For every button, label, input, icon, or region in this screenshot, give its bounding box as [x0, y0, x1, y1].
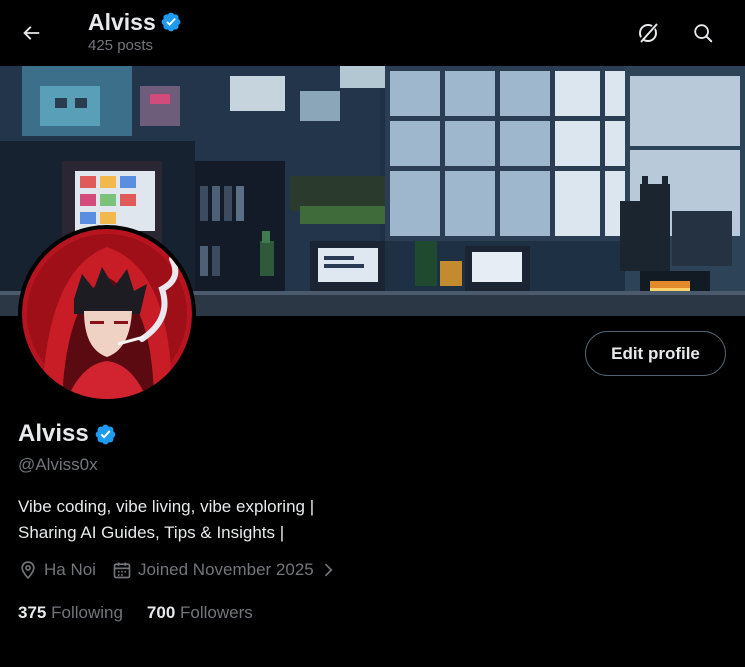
verified-badge-icon[interactable]	[94, 423, 117, 446]
joined-text: Joined November 2025	[137, 560, 314, 579]
grok-icon	[638, 23, 658, 43]
followers-count: 700	[146, 603, 176, 622]
location-item: Ha Noi	[18, 560, 96, 580]
edit-profile-button[interactable]: Edit profile	[585, 331, 726, 376]
location-text: Ha Noi	[44, 560, 96, 579]
verified-badge-icon	[161, 12, 181, 32]
top-title: Alviss 425 posts	[88, 8, 182, 54]
profile-bio: Vibe coding, vibe living, vibe exploring…	[18, 494, 314, 546]
profile-avatar[interactable]	[18, 225, 196, 403]
bio-line: Vibe coding, vibe living, vibe exploring…	[18, 497, 315, 516]
user-handle: @Alviss0x	[18, 455, 98, 474]
following-link[interactable]: 375 Following	[18, 603, 123, 623]
search-icon	[694, 24, 713, 43]
joined-item[interactable]: Joined November 2025	[112, 560, 336, 580]
chevron-right-icon	[324, 563, 333, 577]
grok-button[interactable]	[629, 14, 667, 52]
posts-count: 425 posts	[88, 37, 154, 54]
followers-link[interactable]: 700 Followers	[147, 603, 253, 623]
search-button[interactable]	[684, 14, 722, 52]
location-pin-icon	[21, 561, 35, 580]
profile-name-row: Alviss	[18, 420, 117, 448]
followers-label: Followers	[180, 603, 253, 622]
profile-meta: Ha Noi Joined November 2025	[18, 560, 352, 580]
back-button[interactable]	[12, 14, 50, 52]
top-bar: Alviss 425 posts	[0, 0, 745, 66]
top-display-name: Alviss	[88, 9, 156, 35]
profile-stats: 375 Following 700 Followers	[18, 603, 277, 623]
calendar-icon	[113, 562, 131, 579]
display-name: Alviss	[18, 420, 89, 447]
following-count: 375	[18, 603, 47, 622]
avatar-image	[22, 229, 192, 399]
bio-line: Sharing AI Guides, Tips & Insights |	[18, 523, 285, 542]
following-label: Following	[51, 603, 123, 622]
back-arrow-icon	[23, 26, 40, 40]
